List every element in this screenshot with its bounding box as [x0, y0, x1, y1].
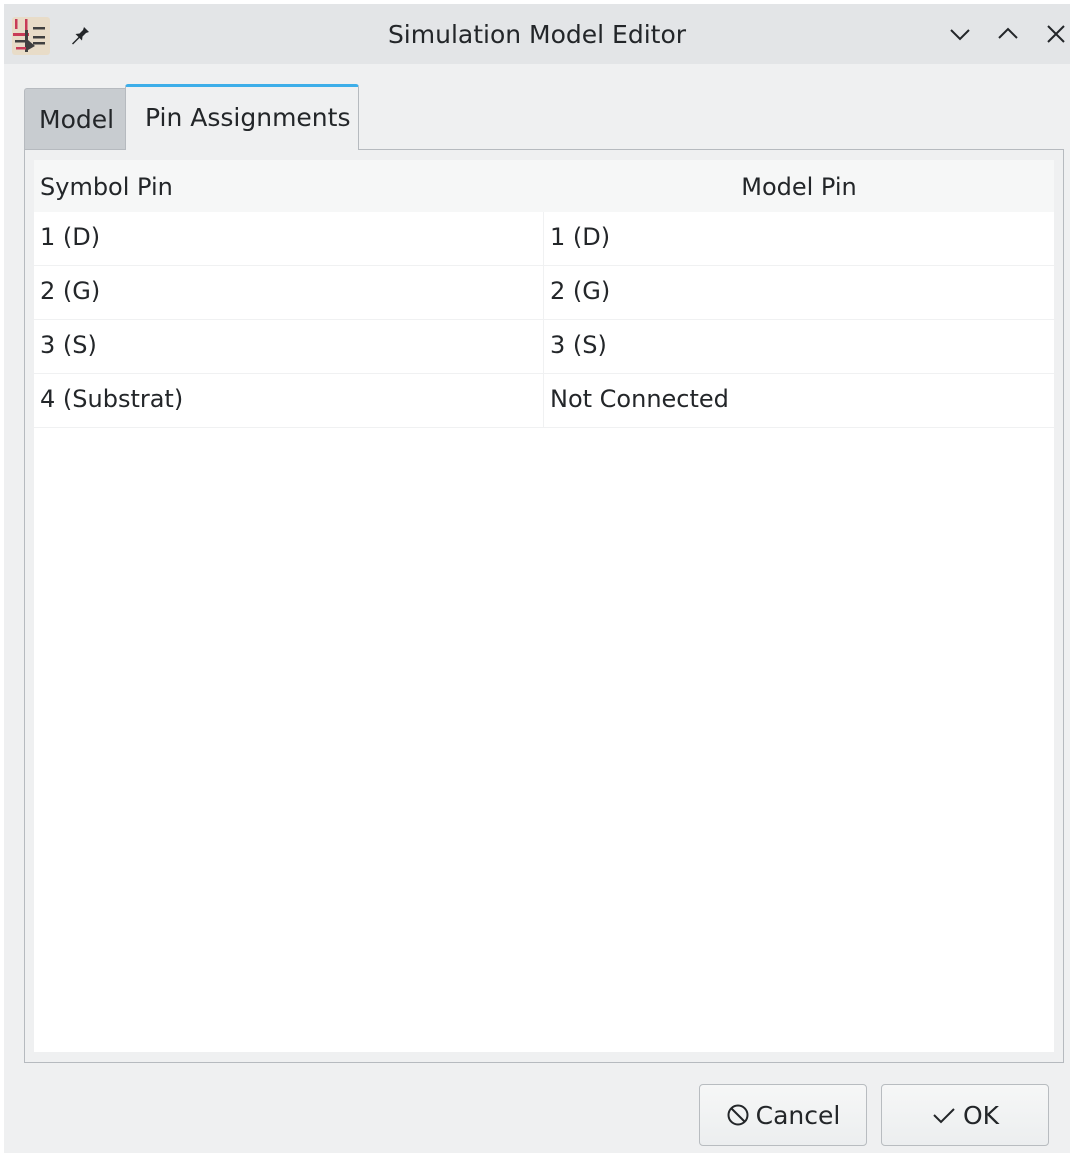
column-divider — [543, 212, 544, 265]
cancel-icon — [727, 1104, 749, 1126]
symbol-pin-cell[interactable]: 3 (S) — [40, 320, 97, 373]
tab-pin-assignments[interactable]: Pin Assignments — [125, 84, 359, 150]
column-divider — [543, 266, 544, 319]
cancel-button-label: Cancel — [755, 1100, 841, 1130]
table-row[interactable]: 4 (Substrat) Not Connected — [34, 374, 1054, 428]
table-row[interactable]: 2 (G) 2 (G) — [34, 266, 1054, 320]
pin-assignments-grid: Symbol Pin Model Pin 1 (D) 1 (D) 2 (G) 2… — [34, 160, 1054, 1052]
ok-button-label: OK — [962, 1100, 1000, 1130]
model-pin-cell[interactable]: 2 (G) — [550, 266, 610, 319]
model-pin-cell[interactable]: 1 (D) — [550, 212, 610, 265]
symbol-pin-cell[interactable]: 2 (G) — [40, 266, 100, 319]
symbol-pin-cell[interactable]: 1 (D) — [40, 212, 100, 265]
ok-button[interactable]: OK — [881, 1084, 1049, 1146]
symbol-pin-cell[interactable]: 4 (Substrat) — [40, 374, 183, 427]
model-pin-cell[interactable]: Not Connected — [550, 374, 729, 427]
chevron-up-icon[interactable] — [994, 20, 1022, 48]
checkmark-icon — [933, 1108, 955, 1124]
title-bar[interactable]: Simulation Model Editor — [4, 4, 1070, 64]
column-header-model-pin[interactable]: Model Pin — [544, 160, 1054, 212]
table-row[interactable]: 1 (D) 1 (D) — [34, 212, 1054, 266]
close-icon[interactable] — [1042, 20, 1070, 48]
table-row[interactable]: 3 (S) 3 (S) — [34, 320, 1054, 374]
chevron-down-icon[interactable] — [946, 20, 974, 48]
cancel-button[interactable]: Cancel — [699, 1084, 867, 1146]
window-title: Simulation Model Editor — [387, 20, 687, 49]
tab-model[interactable]: Model — [24, 88, 126, 150]
column-divider — [543, 374, 544, 427]
simulation-model-editor-dialog: Simulation Model Editor Model Pin Assign… — [4, 4, 1070, 1153]
pin-assignments-panel: Symbol Pin Model Pin 1 (D) 1 (D) 2 (G) 2… — [24, 149, 1064, 1063]
column-header-symbol-pin[interactable]: Symbol Pin — [40, 160, 173, 212]
grid-header: Symbol Pin Model Pin — [34, 160, 1054, 212]
column-divider — [543, 320, 544, 373]
model-pin-cell[interactable]: 3 (S) — [550, 320, 607, 373]
